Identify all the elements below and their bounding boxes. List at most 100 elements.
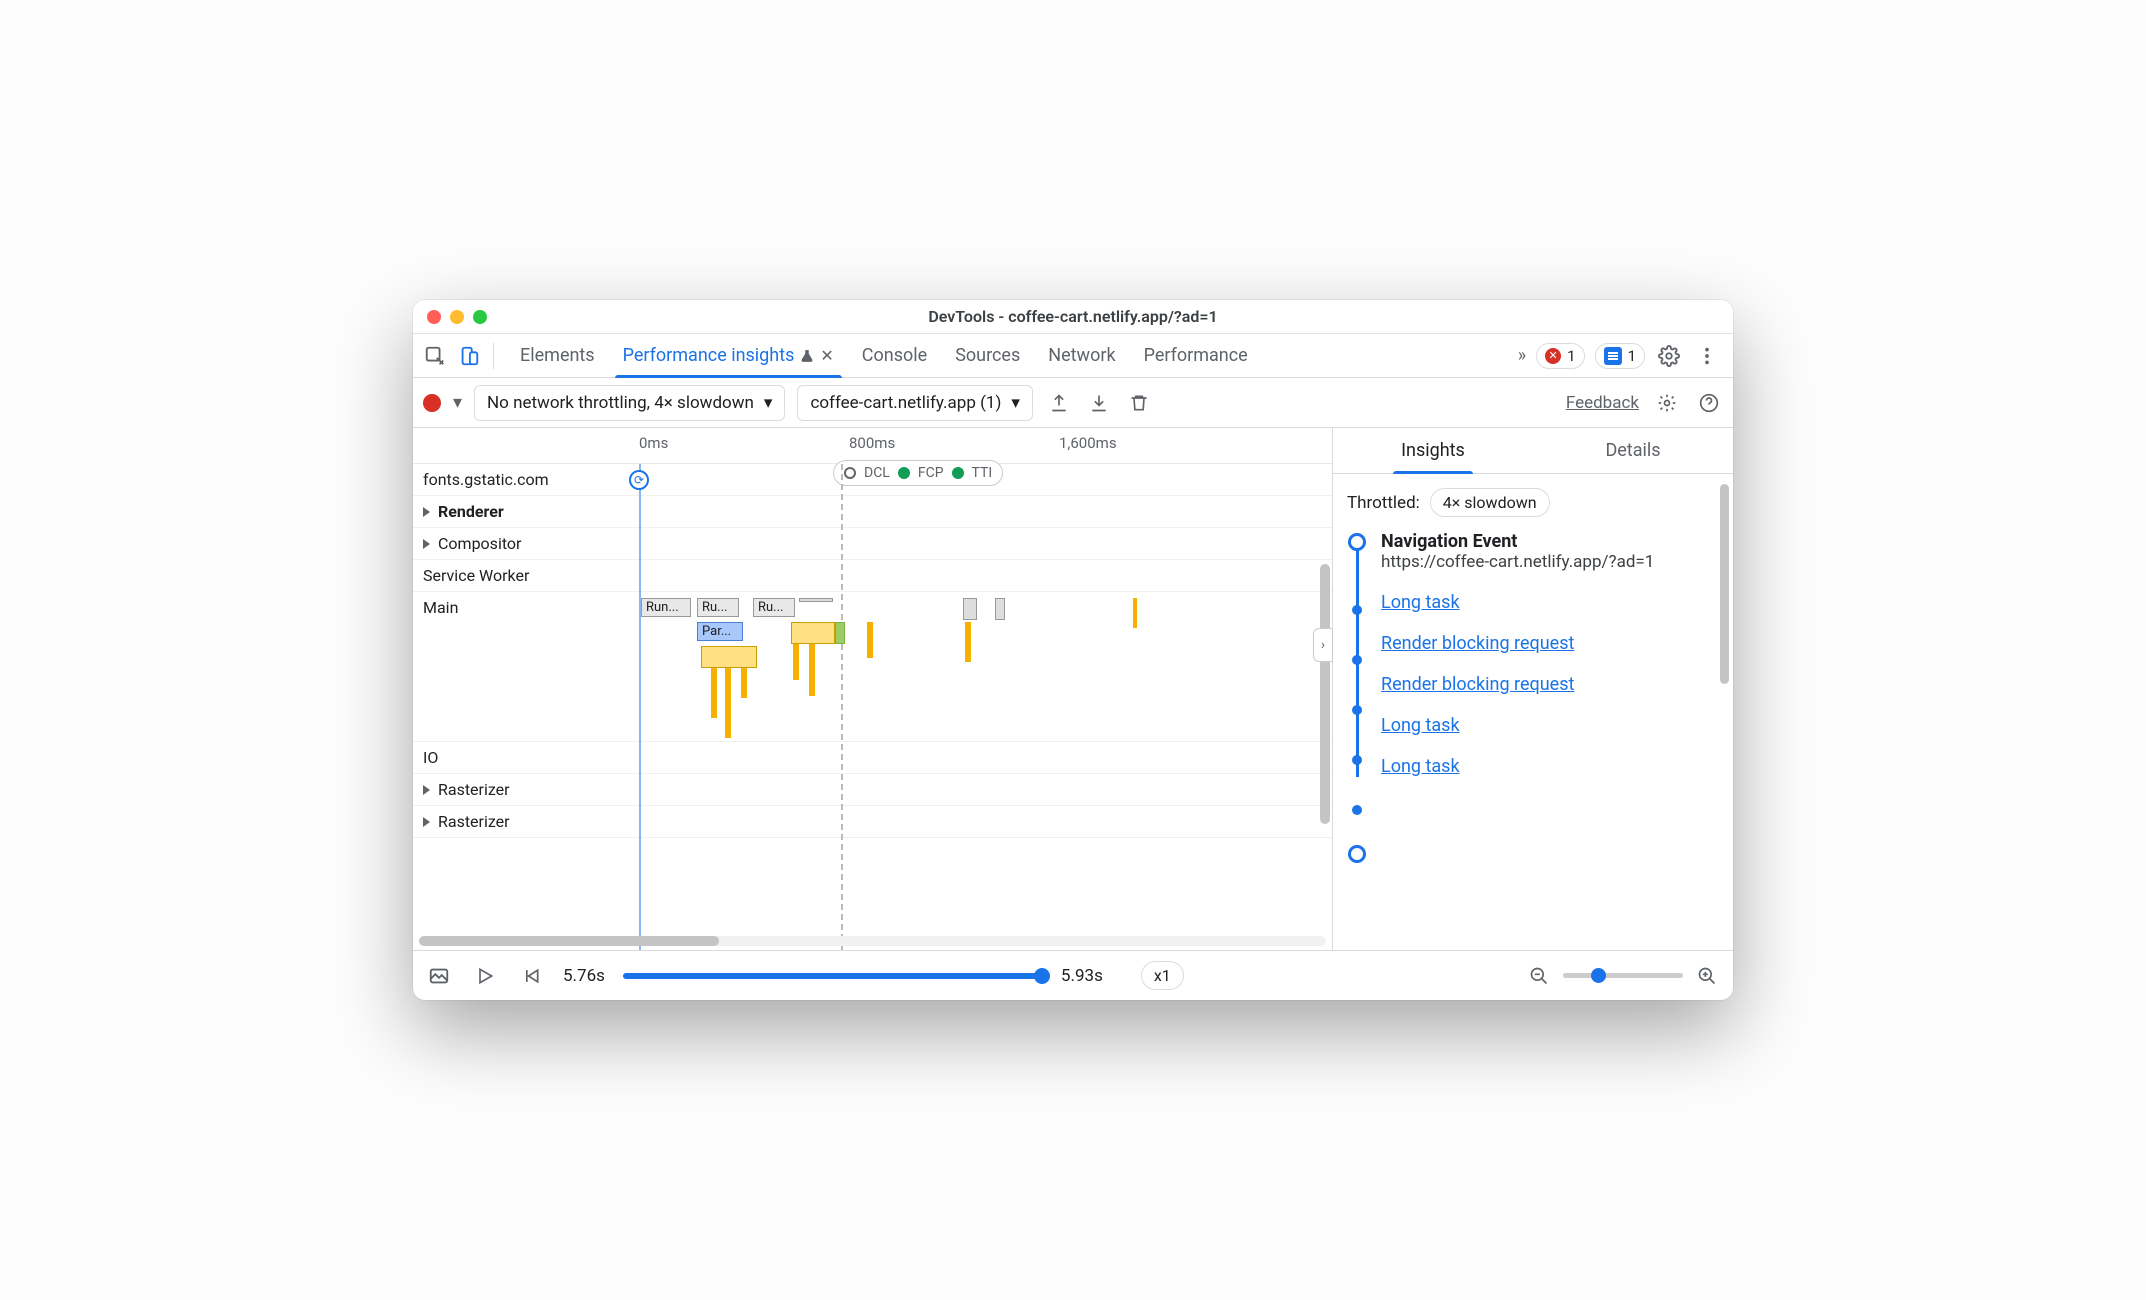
flame-parse[interactable]: Par... [697,622,743,641]
ruler-tick: 0ms [639,434,668,452]
devtools-window: DevTools - coffee-cart.netlify.app/?ad=1… [413,300,1733,1000]
rewind-icon[interactable] [517,962,545,990]
insight-long-task[interactable]: Long task [1381,592,1719,613]
throttling-dropdown[interactable]: No network throttling, 4× slowdown ▾ [474,385,785,421]
issues-count: 1 [1628,347,1636,365]
scrollbar-thumb[interactable] [419,936,719,946]
divider [493,343,494,369]
track-rasterizer[interactable]: Rasterizer [413,812,633,831]
range-end-time: 5.93s [1061,966,1103,986]
target-label: coffee-cart.netlify.app (1) [810,393,1001,413]
vertical-scrollbar[interactable] [1320,564,1330,824]
delete-icon[interactable] [1125,389,1153,417]
flame-task[interactable] [799,598,833,602]
flame-bar[interactable] [711,668,717,718]
toolbar: ▾ No network throttling, 4× slowdown ▾ c… [413,378,1733,428]
zoom-slider[interactable] [1563,973,1683,978]
tab-performance[interactable]: Performance [1130,334,1262,377]
tab-console[interactable]: Console [848,334,941,377]
more-menu-icon[interactable] [1693,342,1721,370]
throttled-chip[interactable]: 4× slowdown [1430,488,1550,517]
time-range-slider[interactable] [623,973,1043,979]
time-ruler[interactable]: 0ms 800ms 1,600ms DCL FCP TTI [413,428,1332,464]
tab-sources[interactable]: Sources [941,334,1034,377]
inspect-element-icon[interactable] [421,342,449,370]
horizontal-scrollbar[interactable] [419,936,1326,946]
flame-bar[interactable] [809,644,815,696]
tabs-overflow-icon[interactable]: » [1518,345,1526,366]
step-dot-icon [1352,705,1362,715]
record-button[interactable] [423,394,441,412]
track-service-worker[interactable]: Service Worker [413,566,633,585]
tab-network[interactable]: Network [1034,334,1129,377]
settings-gear-icon[interactable] [1655,342,1683,370]
device-toggle-icon[interactable] [455,342,483,370]
side-tab-details[interactable]: Details [1533,428,1733,473]
insight-render-blocking[interactable]: Render blocking request [1381,633,1719,654]
flame-layout[interactable] [835,622,845,644]
track-fonts[interactable]: fonts.gstatic.com [413,470,633,489]
side-panel: Insights Details Throttled: 4× slowdown [1333,428,1733,950]
flame-bar[interactable] [1133,598,1137,628]
nav-event-ring-icon [1348,533,1366,551]
track-renderer[interactable]: Renderer [413,502,633,521]
flame-script[interactable] [791,622,835,644]
issues-icon [1604,347,1622,365]
flame-bar[interactable] [741,668,747,698]
feedback-link[interactable]: Feedback [1566,393,1639,413]
flame-task[interactable] [963,598,977,620]
insight-long-task[interactable]: Long task [1381,715,1719,736]
track-io[interactable]: IO [413,748,633,767]
errors-badge[interactable]: ✕ 1 [1536,343,1584,369]
flame-task[interactable]: Ru... [697,598,739,617]
import-icon[interactable] [1085,389,1113,417]
timeline-pane: 0ms 800ms 1,600ms DCL FCP TTI ⟳ fonts.gs… [413,428,1333,950]
minimize-window-button[interactable] [450,310,464,324]
slider-knob[interactable] [1034,968,1050,984]
main-area: 0ms 800ms 1,600ms DCL FCP TTI ⟳ fonts.gs… [413,428,1733,950]
flame-bar[interactable] [867,622,873,658]
side-panel-toggle-icon[interactable]: › [1313,628,1333,662]
record-dropdown-icon[interactable]: ▾ [453,392,462,413]
dom-loaded-ring-icon [1348,845,1366,863]
side-scrollbar[interactable] [1720,484,1729,684]
track-compositor[interactable]: Compositor [413,534,633,553]
flame-bar[interactable] [725,668,731,738]
playback-speed-chip[interactable]: x1 [1141,961,1184,990]
step-dot-icon [1352,755,1362,765]
zoom-out-icon[interactable] [1525,962,1553,990]
flame-task[interactable]: Ru... [753,598,795,617]
error-icon: ✕ [1545,348,1561,364]
close-tab-icon[interactable]: ✕ [820,346,833,365]
flame-bar[interactable] [793,644,799,680]
zoom-window-button[interactable] [473,310,487,324]
zoom-in-icon[interactable] [1693,962,1721,990]
insight-long-task[interactable]: Long task [1381,756,1719,777]
main-flame-lane[interactable]: Run... Ru... Ru... Par... [633,598,1332,741]
issues-badge[interactable]: 1 [1595,343,1645,369]
export-icon[interactable] [1045,389,1073,417]
close-window-button[interactable] [427,310,441,324]
insights-body: Throttled: 4× slowdown [1333,474,1733,950]
zoom-knob[interactable] [1591,968,1606,983]
flame-task[interactable] [995,598,1005,620]
side-tab-insights[interactable]: Insights [1333,428,1533,473]
play-icon[interactable] [471,962,499,990]
track-main[interactable]: Main [413,598,633,617]
tab-performance-insights[interactable]: Performance insights ✕ [609,334,848,377]
panel-settings-icon[interactable] [1653,389,1681,417]
screenshot-toggle-icon[interactable] [425,962,453,990]
throttled-label: Throttled: [1347,493,1420,513]
flame-bar[interactable] [965,622,971,662]
insight-render-blocking[interactable]: Render blocking request [1381,674,1719,695]
errors-count: 1 [1567,347,1575,365]
step-dot-icon [1352,805,1362,815]
throttling-label: No network throttling, 4× slowdown [487,393,754,413]
target-dropdown[interactable]: coffee-cart.netlify.app (1) ▾ [797,385,1032,421]
flame-script[interactable] [701,646,757,668]
track-rasterizer[interactable]: Rasterizer [413,780,633,799]
flame-task[interactable]: Run... [641,598,691,617]
tracks: ⟳ fonts.gstatic.com Renderer Compositor … [413,464,1332,950]
tab-elements[interactable]: Elements [506,334,609,377]
help-icon[interactable] [1695,389,1723,417]
